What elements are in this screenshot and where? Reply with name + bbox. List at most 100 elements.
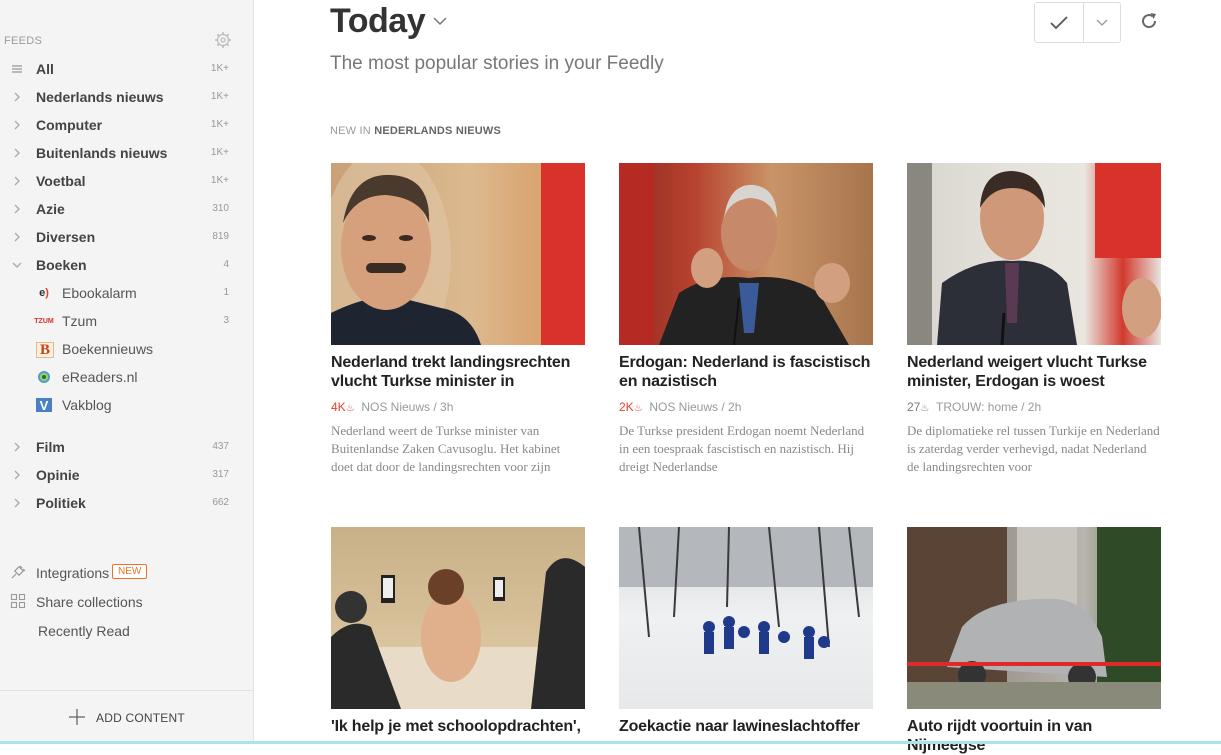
list-icon	[12, 65, 22, 73]
add-content-label: ADD CONTENT	[96, 711, 185, 725]
sidebar-item-label: Ebookalarm	[62, 285, 137, 301]
share-collections-link[interactable]: Share collections	[0, 587, 254, 616]
unread-count: 317	[212, 469, 229, 480]
boekennieuws-favicon-icon: B	[36, 342, 54, 358]
chevron-right-icon[interactable]	[10, 146, 24, 160]
sidebar-item-boekennieuws[interactable]: B Boekennieuws	[0, 335, 254, 363]
sidebar-item-label: Computer	[36, 117, 103, 133]
ereaders-favicon-icon	[36, 370, 52, 384]
story-title[interactable]: Auto rijdt voortuin in van Nijmeegse	[907, 717, 1161, 755]
unread-count: 1K+	[210, 119, 229, 130]
sidebar-item-politiek[interactable]: Politiek 662	[0, 489, 254, 517]
story-title[interactable]: Nederland trekt landingsrechten vlucht T…	[331, 353, 585, 391]
sidebar-item-azie[interactable]: Azie 310	[0, 195, 254, 223]
story-card[interactable]: Auto rijdt voortuin in van Nijmeegse	[907, 527, 1161, 755]
story-source[interactable]: NOS Nieuws / 3h	[361, 400, 453, 414]
section-name[interactable]: NEDERLANDS NIEUWS	[374, 125, 501, 137]
sidebar-item-opinie[interactable]: Opinie 317	[0, 461, 254, 489]
car-illustration	[907, 527, 1161, 709]
portrait-illustration	[331, 163, 585, 345]
plug-icon	[11, 565, 26, 579]
sidebar-item-vakblog[interactable]: V Vakblog	[0, 391, 254, 419]
chevron-down-icon[interactable]	[432, 14, 448, 28]
story-title[interactable]: Zoekactie naar lawineslachtoffer	[619, 717, 873, 736]
popularity-count: 4K	[331, 400, 346, 414]
unread-count: 819	[212, 231, 229, 242]
chevron-right-icon[interactable]	[10, 90, 24, 104]
sidebar-item-label: Voetbal	[36, 173, 86, 189]
unread-count: 437	[212, 441, 229, 452]
story-card[interactable]: Nederland trekt landingsrechten vlucht T…	[331, 163, 585, 476]
mark-as-read-button[interactable]	[1035, 3, 1084, 42]
sidebar-item-label: eReaders.nl	[62, 369, 138, 385]
chevron-right-icon[interactable]	[10, 468, 24, 482]
section-heading: NEW IN NEDERLANDS NIEUWS	[330, 125, 501, 137]
feed-list: All 1K+ Nederlands nieuws 1K+ Computer 1…	[0, 55, 254, 517]
sidebar-item-computer[interactable]: Computer 1K+	[0, 111, 254, 139]
add-content-button[interactable]: ADD CONTENT	[0, 690, 254, 744]
story-card[interactable]: Zoekactie naar lawineslachtoffer	[619, 527, 873, 736]
recently-read-label: Recently Read	[38, 623, 130, 639]
integrations-link[interactable]: Integrations NEW	[0, 558, 254, 587]
share-collections-label: Share collections	[36, 594, 143, 610]
story-card[interactable]: Erdogan: Nederland is fascistisch en naz…	[619, 163, 873, 476]
sidebar-item-film[interactable]: Film 437	[0, 433, 254, 461]
page-title[interactable]: Today	[330, 2, 426, 41]
sidebar-item-boeken[interactable]: Boeken 4	[0, 251, 254, 279]
mark-as-read-group	[1034, 2, 1121, 43]
chevron-right-icon[interactable]	[10, 118, 24, 132]
chevron-right-icon[interactable]	[10, 202, 24, 216]
ebookalarm-favicon-icon: e)	[39, 287, 49, 299]
unread-count: 1K+	[210, 147, 229, 158]
refresh-icon[interactable]	[1138, 10, 1160, 32]
story-excerpt: De diplomatieke rel tussen Turkije en Ne…	[907, 423, 1160, 474]
tzum-favicon-icon: TZUM	[34, 317, 54, 325]
sidebar-item-all[interactable]: All 1K+	[0, 55, 254, 83]
feeds-heading: FEEDS	[4, 35, 43, 47]
story-title[interactable]: 'Ik help je met schoolopdrachten',	[331, 717, 585, 736]
recently-read-link[interactable]: Recently Read	[0, 616, 254, 645]
sidebar-item-label: Tzum	[62, 313, 97, 329]
chevron-right-icon[interactable]	[10, 440, 24, 454]
story-title[interactable]: Nederland weigert vlucht Turkse minister…	[907, 353, 1161, 391]
story-image[interactable]	[907, 163, 1161, 345]
grid-icon	[10, 593, 26, 609]
story-image[interactable]	[331, 163, 585, 345]
sidebar-item-nederlands-nieuws[interactable]: Nederlands nieuws 1K+	[0, 83, 254, 111]
story-image[interactable]	[331, 527, 585, 709]
unread-count: 1K+	[210, 91, 229, 102]
story-excerpt: De Turkse president Erdogan noemt Nederl…	[619, 423, 865, 474]
sidebar-item-label: Opinie	[36, 467, 80, 483]
sidebar-item-voetbal[interactable]: Voetbal 1K+	[0, 167, 254, 195]
story-meta: 2K♨ NOS Nieuws / 2h	[619, 400, 873, 414]
story-image[interactable]	[619, 527, 873, 709]
sidebar-item-label: Buitenlands nieuws	[36, 145, 168, 161]
unread-count: 3	[223, 315, 229, 326]
new-badge: NEW	[112, 564, 148, 579]
chevron-right-icon[interactable]	[10, 496, 24, 510]
sidebar-item-label: Boekennieuws	[62, 341, 154, 357]
sidebar-item-tzum[interactable]: TZUM Tzum 3	[0, 307, 254, 335]
chevron-right-icon[interactable]	[10, 174, 24, 188]
story-title[interactable]: Erdogan: Nederland is fascistisch en naz…	[619, 353, 873, 391]
sidebar-item-label: Politiek	[36, 495, 86, 511]
gear-icon[interactable]	[214, 31, 232, 49]
story-source[interactable]: NOS Nieuws / 2h	[649, 400, 741, 414]
sidebar-item-ereaders[interactable]: eReaders.nl	[0, 363, 254, 391]
sidebar-item-diversen[interactable]: Diversen 819	[0, 223, 254, 251]
story-excerpt: Nederland weert de Turkse minister van B…	[331, 423, 561, 474]
mark-as-read-options-button[interactable]	[1084, 3, 1120, 42]
story-card[interactable]: Nederland weigert vlucht Turkse minister…	[907, 163, 1161, 476]
story-card[interactable]: 'Ik help je met schoolopdrachten',	[331, 527, 585, 736]
sidebar: FEEDS All 1K+ Nederlands nieuws 1K+ Comp…	[0, 0, 254, 744]
unread-count: 310	[212, 203, 229, 214]
plus-icon	[69, 709, 85, 725]
chevron-right-icon[interactable]	[10, 230, 24, 244]
sidebar-item-ebookalarm[interactable]: e) Ebookalarm 1	[0, 279, 254, 307]
chevron-down-icon[interactable]	[10, 258, 24, 272]
popularity-count: 27	[907, 400, 921, 414]
story-image[interactable]	[907, 527, 1161, 709]
sidebar-item-buitenlands-nieuws[interactable]: Buitenlands nieuws 1K+	[0, 139, 254, 167]
story-source[interactable]: TROUW: home / 2h	[936, 400, 1041, 414]
story-image[interactable]	[619, 163, 873, 345]
